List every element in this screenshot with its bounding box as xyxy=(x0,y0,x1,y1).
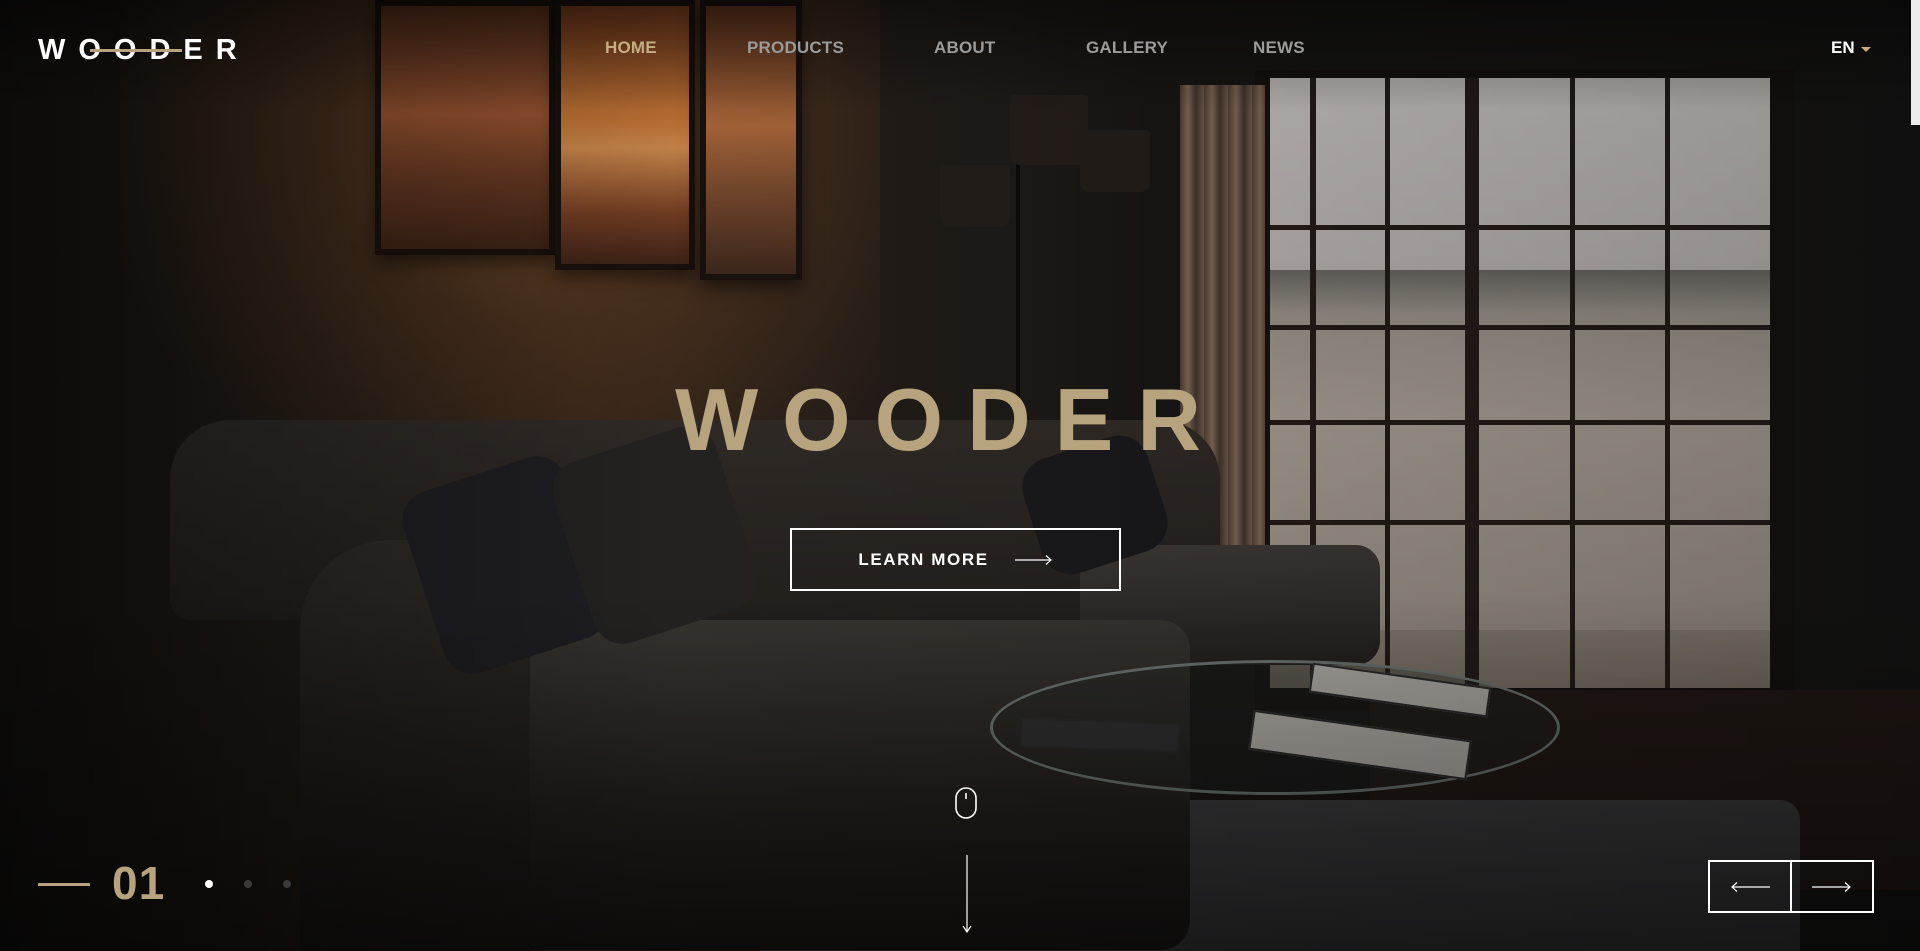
learn-more-label: LEARN MORE xyxy=(858,549,989,569)
nav-item-products[interactable]: PRODUCTS xyxy=(747,38,844,58)
language-selector[interactable]: EN xyxy=(1831,38,1871,58)
mouse-icon[interactable] xyxy=(955,787,977,819)
slide-dot-2[interactable] xyxy=(244,880,252,888)
main-nav: HOME PRODUCTS ABOUT GALLERY NEWS xyxy=(0,38,1920,62)
next-slide-button[interactable] xyxy=(1792,860,1874,913)
arrow-right-icon xyxy=(1014,554,1052,565)
scrollbar-thumb[interactable] xyxy=(1911,0,1920,125)
slide-dot-1[interactable] xyxy=(205,880,213,888)
language-label: EN xyxy=(1831,38,1855,57)
arrow-right-icon xyxy=(1812,881,1851,892)
nav-item-home[interactable]: HOME xyxy=(605,38,657,58)
prev-slide-button[interactable] xyxy=(1708,860,1792,913)
slide-counter: 01 xyxy=(112,857,166,909)
nav-item-about[interactable]: ABOUT xyxy=(934,38,995,58)
nav-item-news[interactable]: NEWS xyxy=(1253,38,1305,58)
arrow-left-icon xyxy=(1731,881,1770,892)
slide-dot-3[interactable] xyxy=(283,880,291,888)
learn-more-button[interactable]: LEARN MORE xyxy=(790,528,1121,591)
caret-down-icon xyxy=(1860,46,1871,52)
nav-item-gallery[interactable]: GALLERY xyxy=(1086,38,1168,58)
scroll-down-icon xyxy=(962,855,972,933)
counter-accent-line xyxy=(38,883,90,886)
hero-title: WOODER xyxy=(675,370,1225,469)
